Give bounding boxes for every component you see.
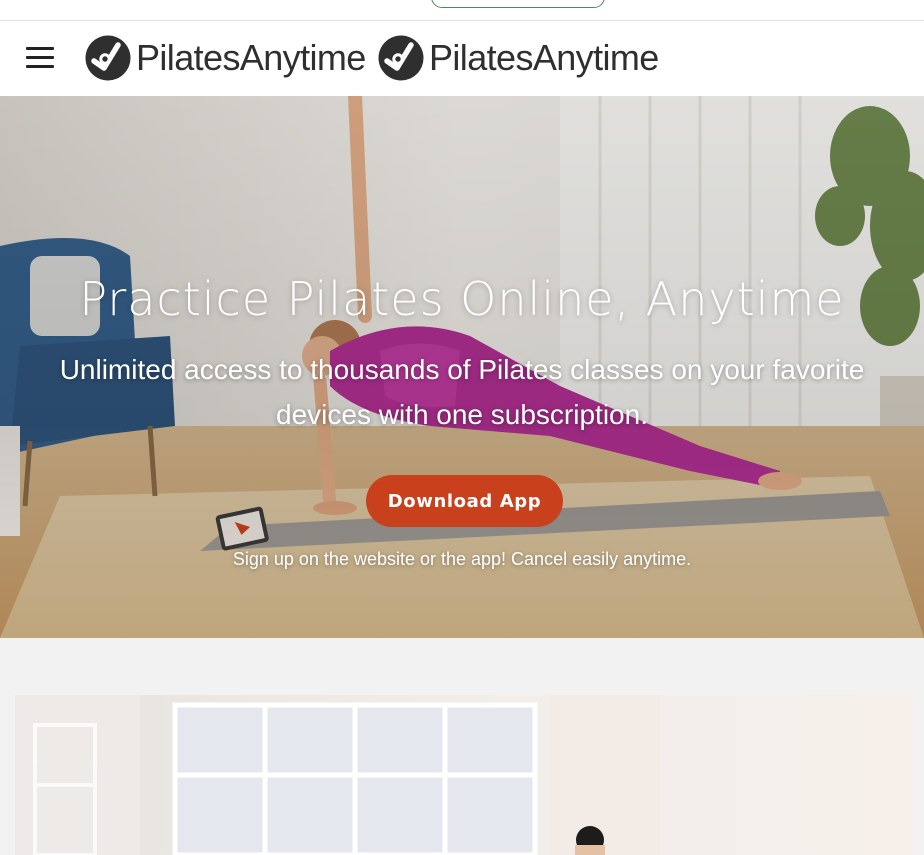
pilates-anytime-logo-icon [85,35,131,81]
site-logo[interactable]: PilatesAnytime [85,35,366,81]
download-app-button[interactable]: Download App [366,475,563,527]
logo-wordmark: PilatesAnytime [136,37,366,78]
hero-section: Practice Pilates Online, Anytime Unlimit… [0,96,924,638]
feature-image [15,695,914,855]
top-strip [0,0,924,21]
site-header: PilatesAnytime PilatesAnytime [0,21,924,96]
logo-wordmark: PilatesAnytime [429,37,659,78]
hero-signup-note: Sign up on the website or the app! Cance… [232,549,692,569]
hero-title: Practice Pilates Online, Anytime [79,272,845,326]
hero-subtitle: Unlimited access to thousands of Pilates… [59,354,865,430]
site-logo-secondary[interactable]: PilatesAnytime [378,35,659,81]
pilates-anytime-logo-icon [378,35,424,81]
top-pill-button[interactable] [431,0,605,8]
studio-window-image [15,695,914,855]
hamburger-menu-icon[interactable] [26,47,54,68]
